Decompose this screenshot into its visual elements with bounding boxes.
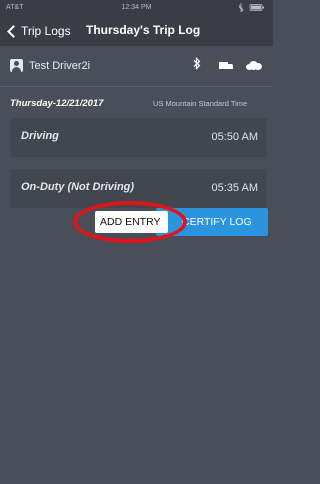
- back-chevron-icon: [7, 24, 20, 38]
- highlight-ring: [73, 201, 187, 243]
- avatar-icon: [10, 59, 23, 72]
- entry-time: 05:35 AM: [211, 182, 258, 194]
- back-button[interactable]: Trip Logs: [6, 22, 71, 40]
- log-entry-driving[interactable]: Driving 05:50 AM: [11, 118, 267, 157]
- divider: [0, 86, 273, 87]
- driver-name: Test Driver2i: [29, 60, 91, 72]
- certify-log-label: CERTIFY LOG: [182, 216, 252, 228]
- cloud-icon: [246, 61, 262, 70]
- truck-icon: [219, 62, 233, 70]
- log-date: Thursday-12/21/2017: [10, 98, 104, 109]
- battery-icon: [237, 3, 267, 14]
- back-label: Trip Logs: [21, 24, 71, 38]
- entry-status: Driving: [21, 130, 59, 142]
- bluetooth-icon: [193, 57, 201, 73]
- nav-bar: Trip Logs Thursday's Trip Log: [0, 16, 273, 46]
- entry-time: 05:50 AM: [211, 131, 258, 143]
- log-date-row: Thursday-12/21/2017 US Mountain Standard…: [0, 98, 273, 112]
- log-timezone: US Mountain Standard Time: [153, 99, 248, 108]
- status-bar: AT&T 12:34 PM: [0, 0, 273, 16]
- page-title: Thursday's Trip Log: [86, 23, 201, 37]
- status-time: 12:34 PM: [121, 4, 152, 11]
- driver-bar: Test Driver2i: [0, 52, 273, 82]
- entry-status: On-Duty (Not Driving): [21, 181, 135, 193]
